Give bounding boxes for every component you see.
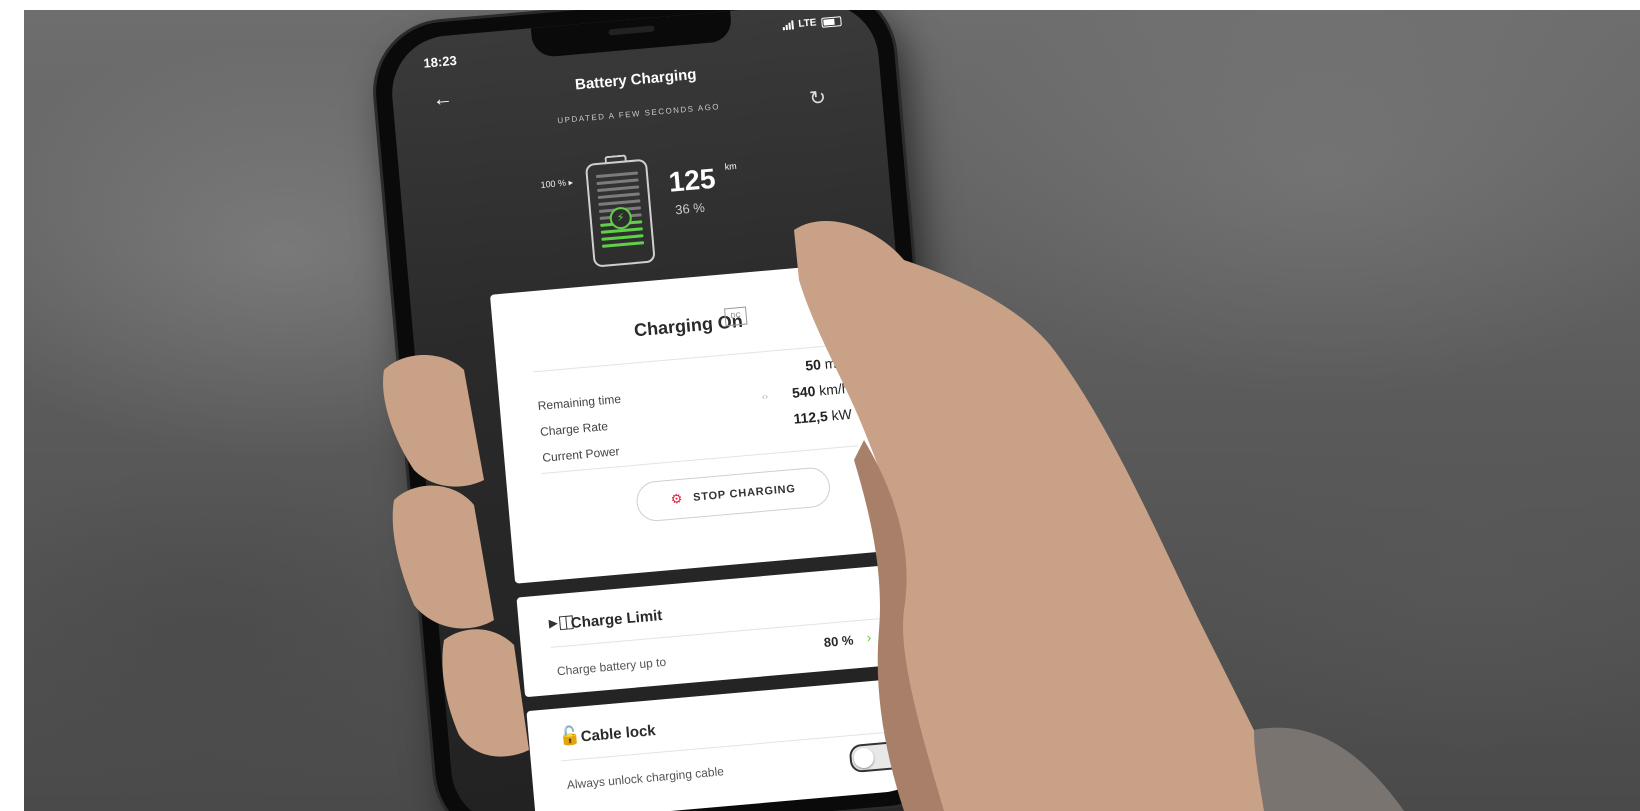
remaining-time-label: Remaining time (537, 391, 622, 414)
cable-lock-subtitle: Always unlock charging cable (566, 764, 725, 792)
range-unit: km (724, 160, 738, 172)
range-value: 125 (667, 162, 717, 198)
cable-lock-card: i 🔓 Cable lock Always unlock charging ca… (526, 677, 926, 811)
battery-status-icon (821, 15, 842, 28)
charge-limit-marker: 100 % ▸ (540, 177, 574, 190)
state-of-charge: 36 % (674, 199, 706, 218)
charge-rate-value: 540 km/h (791, 379, 851, 401)
cable-lock-toggle[interactable] (848, 740, 905, 774)
smartphone: 18:23 LTE ← Battery Charging UPDATED A F… (370, 10, 960, 811)
battery-level-graphic: ⚡ (584, 158, 656, 268)
battery-bar (602, 241, 645, 248)
stop-plug-icon: ⚙ (670, 490, 684, 507)
photo-scene: 18:23 LTE ← Battery Charging UPDATED A F… (24, 10, 1640, 811)
current-power-value: 112,5 kW (792, 405, 853, 427)
charge-limit-subtitle: Charge battery up to (556, 654, 667, 679)
battery-bar (598, 199, 641, 206)
status-time: 18:23 (422, 52, 458, 71)
refresh-icon[interactable]: ↻ (808, 85, 827, 111)
chevron-right-icon[interactable]: › (866, 629, 872, 645)
dots-icon: ‹› (761, 390, 769, 402)
charging-status-card: Charging On DC Remaining time 50 min Cha… (489, 260, 904, 584)
cable-lock-title: Cable lock (580, 722, 657, 746)
charge-rate-label: Charge Rate (539, 419, 609, 439)
battery-bar (597, 185, 640, 193)
battery-bar (597, 192, 640, 200)
battery-bar (596, 178, 639, 186)
network-label: LTE (797, 17, 817, 30)
current-power-label: Current Power (541, 444, 621, 465)
lock-icon: 🔓 (557, 724, 582, 747)
phone-screen: 18:23 LTE ← Battery Charging UPDATED A F… (387, 10, 943, 811)
charge-limit-title: Charge Limit (570, 607, 663, 632)
charge-limit-card[interactable]: ▸◫ Charge Limit Charge battery up to 80 … (516, 563, 914, 698)
info-icon[interactable]: i (880, 694, 898, 713)
status-bar-right: LTE (782, 15, 842, 31)
charge-limit-value: 80 % (823, 632, 855, 650)
divider (532, 343, 850, 373)
battery-bar (595, 171, 639, 179)
dc-badge: DC (724, 306, 748, 327)
speaker (608, 25, 655, 36)
stop-charging-button[interactable]: ⚙ STOP CHARGING (634, 465, 832, 523)
signal-icon (782, 20, 794, 31)
battery-bar (601, 234, 644, 241)
remaining-time-value: 50 min (804, 353, 848, 374)
stop-charging-label: STOP CHARGING (692, 482, 797, 504)
notch (530, 10, 733, 59)
sleeve (1254, 727, 1404, 811)
